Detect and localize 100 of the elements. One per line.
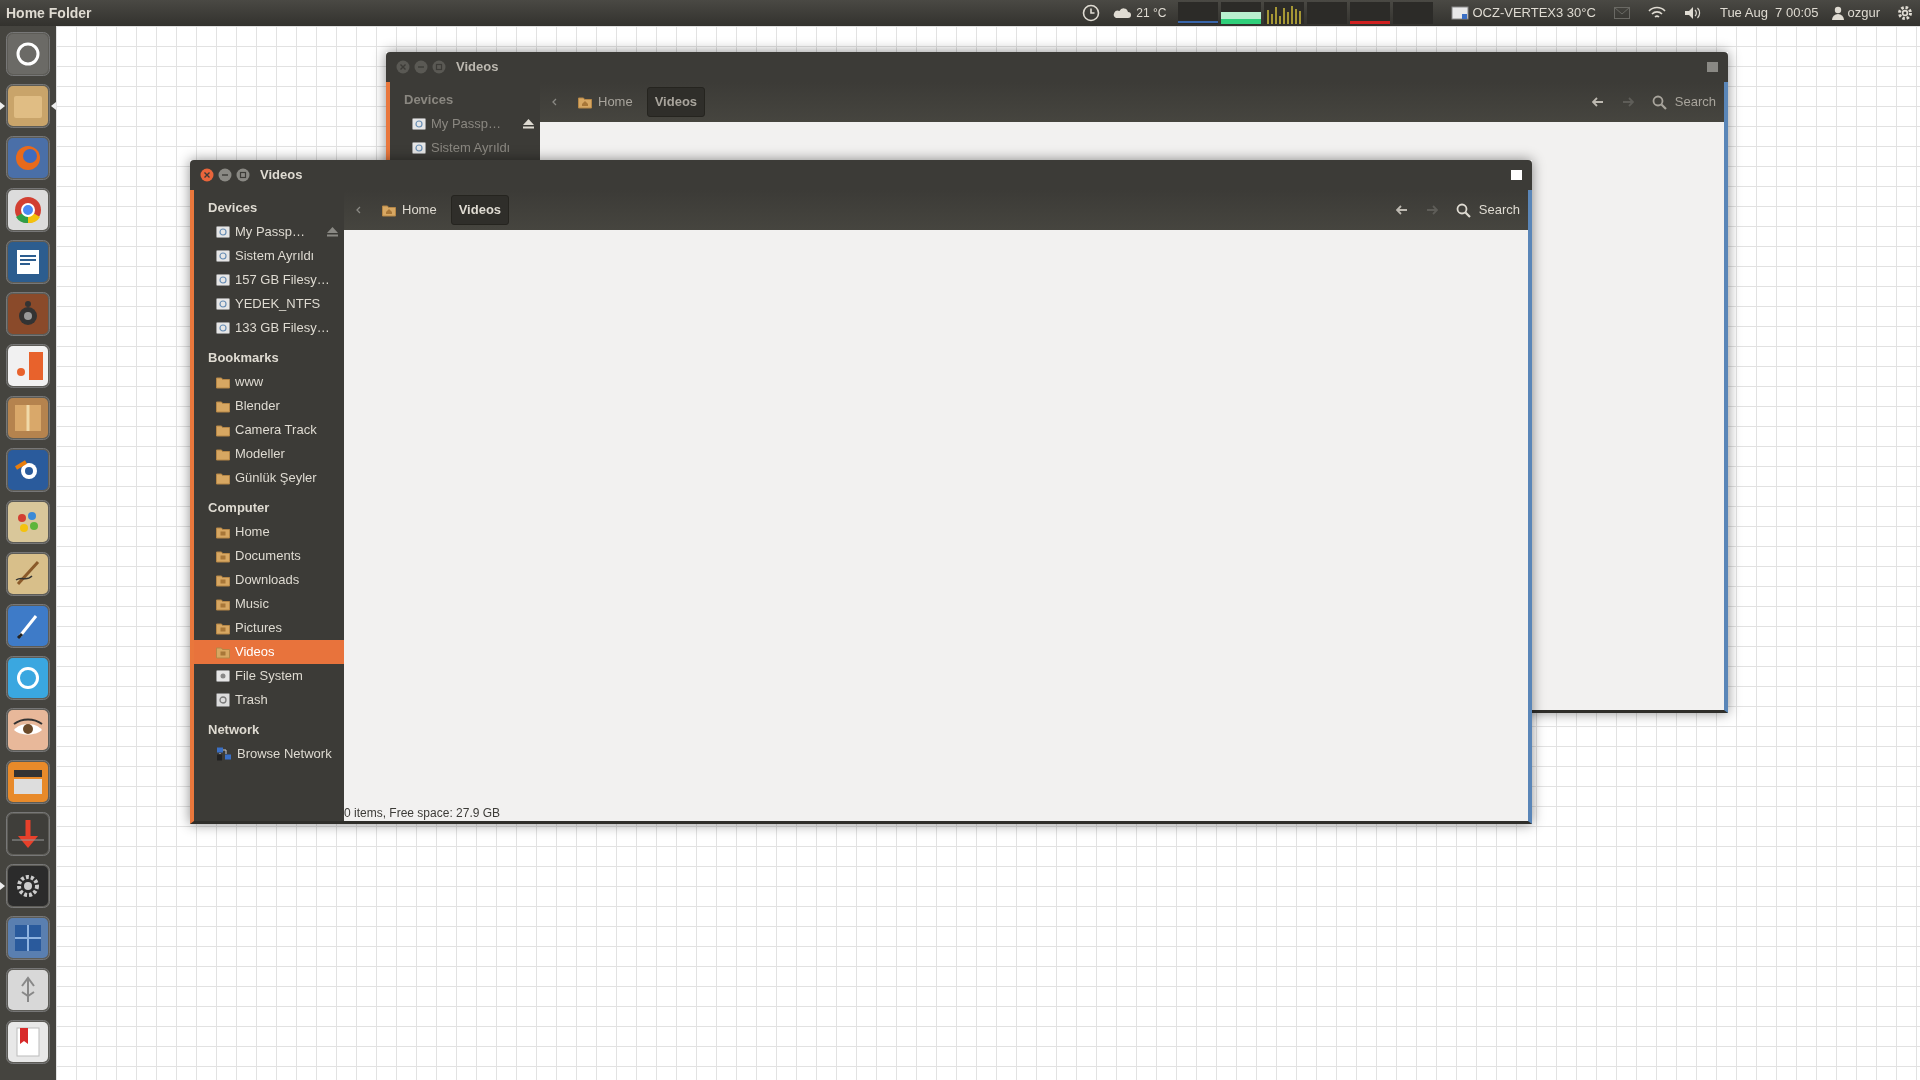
network-icon: [216, 747, 232, 761]
volume-icon: [1683, 6, 1702, 20]
search-icon: [1455, 202, 1471, 218]
sidebar-item[interactable]: Günlük Şeyler: [194, 466, 344, 490]
cloud-icon: [1112, 6, 1133, 20]
drive-icon: [216, 273, 230, 287]
sidebar-item[interactable]: My Passp…: [194, 220, 344, 244]
sidebar-item[interactable]: 157 GB Filesy…: [194, 268, 344, 292]
sidebar-item[interactable]: Modeller: [194, 442, 344, 466]
scroll-left-icon: [552, 98, 558, 106]
window-title: Videos: [456, 58, 499, 77]
path-button[interactable]: Home: [374, 195, 445, 225]
drive-icon: [412, 117, 426, 131]
minimize-icon[interactable]: [218, 168, 232, 182]
user-icon: [1832, 6, 1845, 20]
search-icon: [1651, 94, 1667, 110]
back-arrow-icon[interactable]: [1395, 205, 1408, 215]
app-launcher-icon[interactable]: [6, 500, 50, 544]
sidebar-item[interactable]: Camera Track: [194, 418, 344, 442]
monitor-graph-drawing: [1178, 2, 1219, 24]
drive-icon: [216, 249, 230, 263]
drive-icon: [216, 321, 230, 335]
app-launcher-icon[interactable]: [6, 344, 50, 388]
sidebar-item[interactable]: Home: [194, 520, 344, 544]
section-heading: Network: [207, 721, 261, 740]
path-button[interactable]: Home: [570, 87, 641, 117]
folder-icon: [216, 573, 230, 587]
section-heading: Devices: [207, 199, 259, 218]
monitor-graph-drawing: [1350, 2, 1391, 24]
section-heading: Devices: [403, 91, 455, 110]
app-launcher-icon[interactable]: [6, 552, 50, 596]
scroll-left-icon: [356, 206, 362, 214]
app-launcher-icon[interactable]: [6, 84, 50, 128]
home-folder-icon: [578, 95, 592, 109]
folder-icon: [216, 645, 230, 659]
clock-icon: [1082, 4, 1101, 22]
folder-icon: [216, 471, 230, 485]
folder-icon: [216, 423, 230, 437]
path-button[interactable]: Videos: [646, 87, 706, 117]
app-launcher-icon[interactable]: [6, 396, 50, 440]
drive-temperature: OCZ-VERTEX3 30°C: [1472, 4, 1596, 23]
sidebar-item[interactable]: Music: [194, 592, 344, 616]
trash-icon: [216, 693, 230, 707]
clock-text: Tue Aug 7 00:05: [1719, 4, 1819, 23]
sidebar-item[interactable]: 133 GB Filesy…: [194, 316, 344, 340]
status-text: 0 items, Free space: 27.9 GB: [344, 806, 502, 821]
close-icon[interactable]: [200, 168, 214, 182]
monitor-graph-drawing: [1221, 2, 1262, 24]
mail-icon: [1613, 7, 1630, 19]
settings-icon: [1896, 4, 1914, 22]
sidebar-item[interactable]: YEDEK_NTFS: [194, 292, 344, 316]
drive-icon: [216, 297, 230, 311]
folder-icon: [216, 525, 230, 539]
search-button[interactable]: Search: [1651, 92, 1716, 112]
sidebar-item[interactable]: www: [194, 370, 344, 394]
app-launcher-icon[interactable]: [6, 188, 50, 232]
back-arrow-icon[interactable]: [1591, 97, 1604, 107]
app-launcher-icon[interactable]: [6, 32, 50, 76]
folder-icon: [216, 399, 230, 413]
monitor-graph-drawing: [1393, 2, 1434, 24]
eject-icon[interactable]: [523, 119, 534, 129]
drive-icon: [1451, 5, 1470, 21]
drive-icon: [216, 225, 230, 239]
app-launcher-icon[interactable]: [6, 448, 50, 492]
folder-icon: [216, 375, 230, 389]
weather-temperature: 21 °C: [1136, 5, 1167, 22]
sidebar-item[interactable]: Blender: [194, 394, 344, 418]
section-heading: Bookmarks: [207, 349, 280, 368]
monitor-graph-drawing: [1307, 2, 1348, 24]
path-button[interactable]: Videos: [450, 195, 510, 225]
app-launcher-icon[interactable]: [6, 1020, 50, 1064]
app-launcher-icon[interactable]: [6, 604, 50, 648]
app-launcher-icon[interactable]: [6, 240, 50, 284]
app-launcher-icon[interactable]: [6, 968, 50, 1012]
maximize-icon[interactable]: [236, 168, 250, 182]
sidebar-item[interactable]: File System: [194, 664, 344, 688]
sidebar-item[interactable]: Trash: [194, 688, 344, 712]
app-launcher-icon[interactable]: [6, 708, 50, 752]
sidebar-item[interactable]: Browse Network: [194, 742, 344, 766]
section-heading: Computer: [207, 499, 271, 518]
folder-icon: [216, 549, 230, 563]
sidebar-item[interactable]: Sistem Ayrıldı: [194, 244, 344, 268]
wifi-icon: [1647, 6, 1666, 20]
monitor-graph-drawing: [1264, 2, 1305, 24]
sidebar-item[interactable]: Pictures: [194, 616, 344, 640]
user-name: ozgur: [1847, 4, 1880, 23]
app-launcher-icon[interactable]: [6, 760, 50, 804]
app-launcher-icon[interactable]: [6, 292, 50, 336]
sidebar-item[interactable]: Downloads: [194, 568, 344, 592]
app-launcher-icon[interactable]: [6, 656, 50, 700]
folder-icon: [216, 621, 230, 635]
folder-icon: [216, 597, 230, 611]
home-folder-icon: [382, 203, 396, 217]
search-button[interactable]: Search: [1455, 200, 1520, 220]
window-title: Videos: [260, 166, 303, 185]
folder-icon: [216, 447, 230, 461]
window-title: Home Folder: [6, 3, 92, 23]
drive-icon: [412, 141, 426, 155]
app-launcher-icon[interactable]: [6, 864, 50, 908]
sidebar-item[interactable]: Documents: [194, 544, 344, 568]
